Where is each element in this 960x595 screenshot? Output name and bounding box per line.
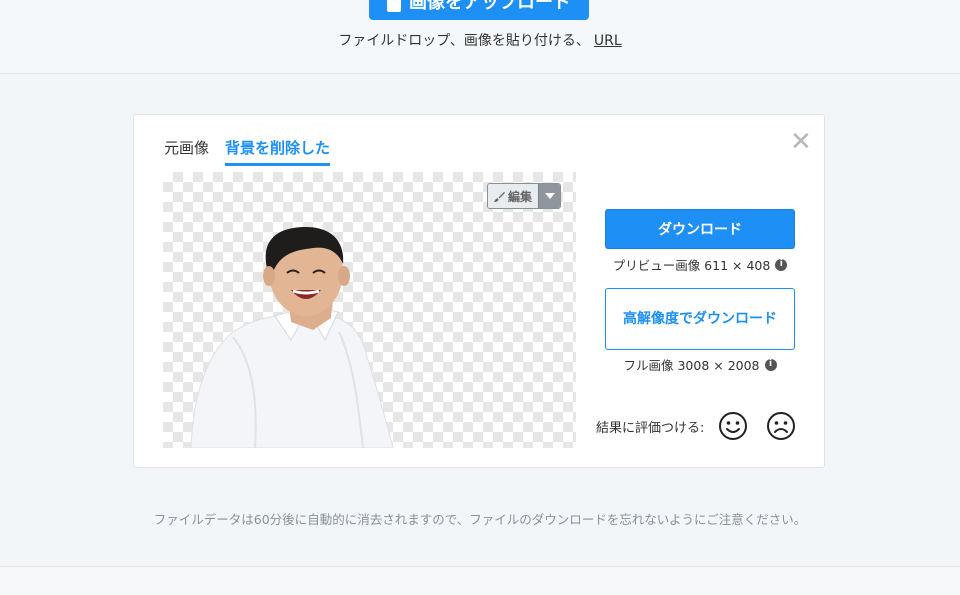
result-preview: 編集	[163, 172, 576, 448]
preview-size-text: プリビュー画像 611 × 408	[612, 258, 771, 273]
edit-button[interactable]: 編集	[488, 184, 539, 208]
footer	[0, 567, 960, 595]
chevron-down-icon	[544, 193, 555, 199]
upload-section: 画像をアップロード ファイルドロップ、画像を貼り付ける、 URL	[0, 0, 960, 74]
edit-button-group: 編集	[487, 183, 562, 209]
brush-icon	[494, 191, 505, 202]
upload-button-label: 画像をアップロード	[409, 0, 571, 13]
full-size-info: フル画像 3008 × 2008 i	[605, 355, 795, 374]
person-cutout-image	[190, 226, 394, 448]
auto-delete-notice: ファイルデータは60分後に自動的に消去されますので、ファイルのダウンロードを忘れ…	[153, 512, 807, 527]
drop-hint: ファイルドロップ、画像を貼り付ける、 URL	[0, 30, 960, 50]
url-link[interactable]: URL	[594, 33, 622, 49]
info-icon[interactable]: i	[775, 258, 788, 271]
drop-hint-text: ファイルドロップ、画像を貼り付ける、	[338, 33, 590, 49]
frown-icon[interactable]	[766, 411, 796, 441]
smile-icon[interactable]	[718, 411, 748, 441]
tab-background-removed[interactable]: 背景を削除した	[225, 137, 331, 166]
info-icon[interactable]: i	[764, 358, 777, 371]
download-button[interactable]: ダウンロード	[605, 209, 795, 249]
tab-original[interactable]: 元画像	[164, 137, 209, 166]
hd-download-button[interactable]: 高解像度でダウンロード	[605, 288, 795, 350]
result-card: 元画像 背景を削除した ✕ 編集 ダウンロード プリビュー画像 611 × 40…	[133, 114, 825, 468]
close-icon[interactable]: ✕	[790, 129, 812, 155]
edit-dropdown-toggle[interactable]	[538, 184, 561, 208]
edit-button-label: 編集	[508, 189, 533, 204]
rating-row: 結果に評価つける:	[596, 411, 814, 441]
rating-label: 結果に評価つける:	[596, 420, 705, 436]
image-icon	[387, 0, 401, 12]
image-tabs: 元画像 背景を削除した	[164, 137, 331, 166]
upload-image-button[interactable]: 画像をアップロード	[369, 0, 589, 20]
full-size-text: フル画像 3008 × 2008	[623, 358, 760, 373]
preview-size-info: プリビュー画像 611 × 408 i	[605, 255, 795, 274]
